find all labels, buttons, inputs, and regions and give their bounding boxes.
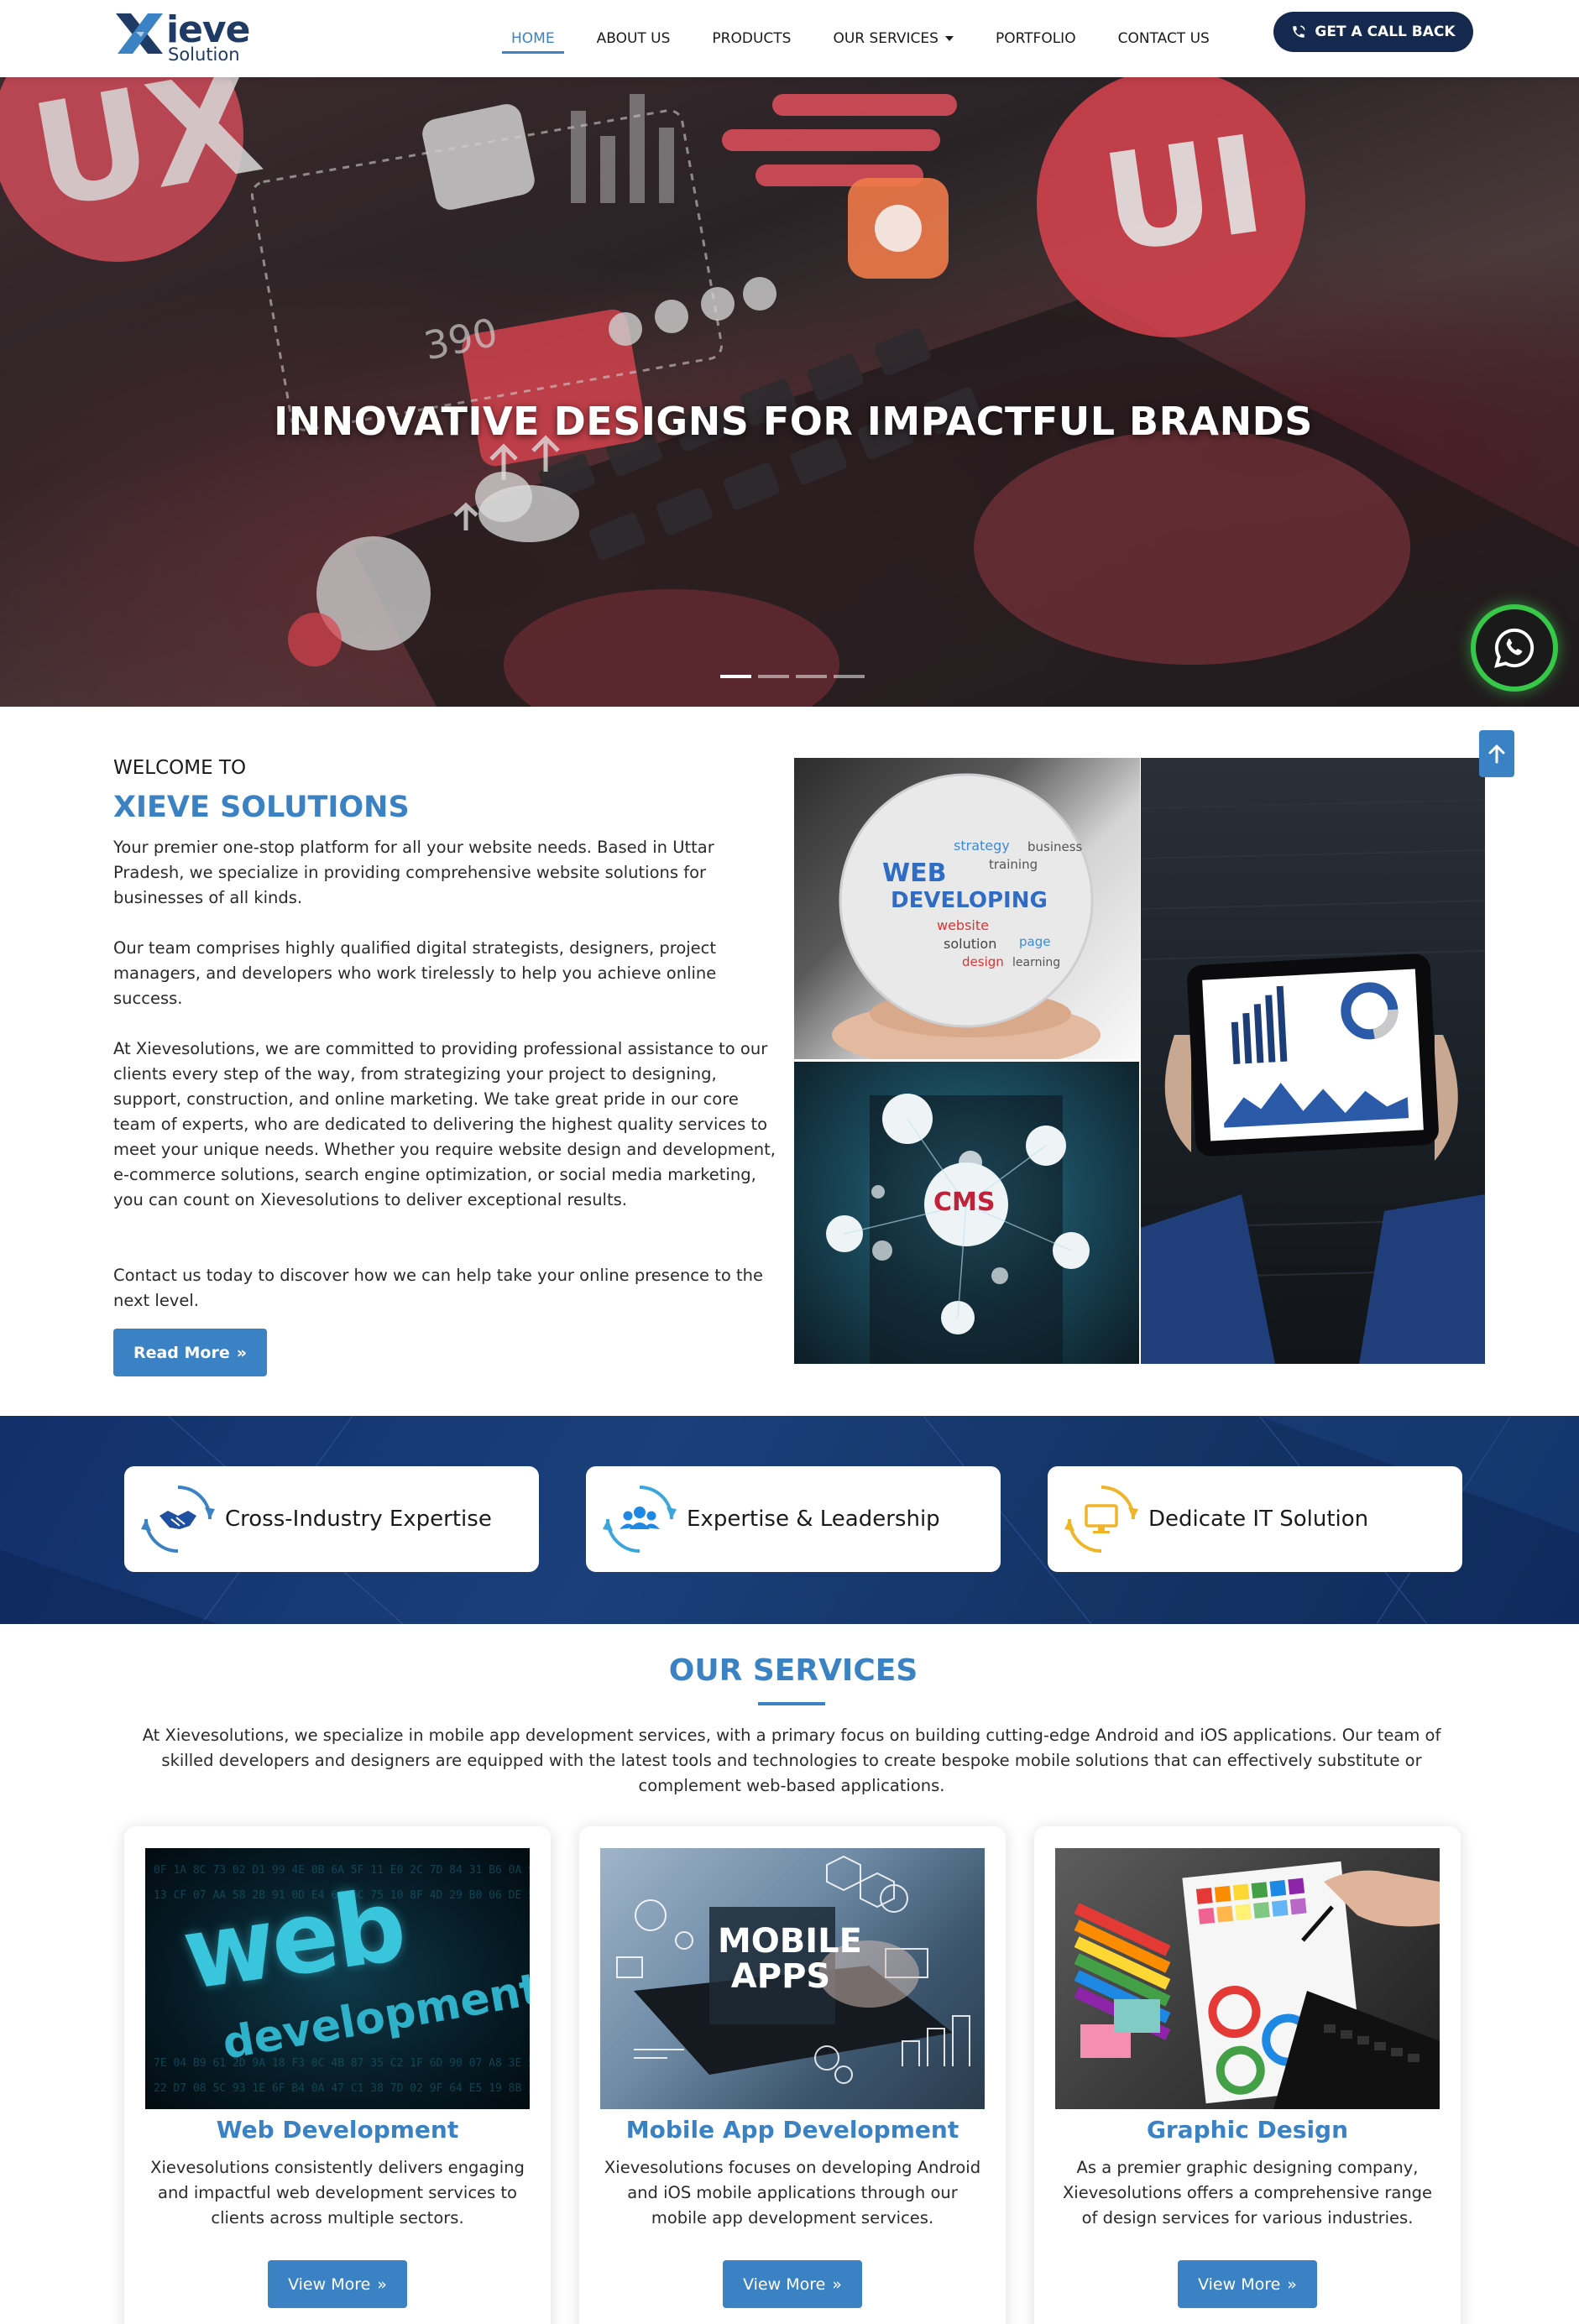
globe-word-website: website [937, 917, 989, 933]
view-more-button[interactable]: View More » [723, 2260, 862, 2308]
double-chevron-right-icon: » [1287, 2274, 1297, 2294]
globe-word-page: page [1019, 934, 1051, 949]
feature-label: Cross-Industry Expertise [225, 1507, 492, 1532]
globe-word-business: business [1027, 839, 1083, 854]
svg-text:22 D7 08 5C 93 1E 6F B4 0A 47: 22 D7 08 5C 93 1E 6F B4 0A 47 C1 38 7D 0… [154, 2082, 530, 2095]
globe-word-learning: learning [1012, 956, 1061, 969]
mobile-image-text: MOBILE [718, 1922, 862, 1961]
service-card-description: Xievesolutions focuses on developing And… [604, 2158, 981, 2227]
whatsapp-icon [1494, 628, 1535, 668]
nav-products[interactable]: PRODUCTS [691, 0, 812, 77]
tablet-chart-image [1141, 758, 1485, 1364]
svg-text:7E 04 B9 61 2D 9A 18 F3 0C 4B: 7E 04 B9 61 2D 9A 18 F3 0C 4B 87 35 C2 1… [154, 2057, 530, 2070]
slider-dots [720, 675, 865, 678]
monitor-icon [1064, 1482, 1138, 1556]
globe-word-design: design [962, 954, 1004, 969]
graphic-design-image [1055, 1848, 1440, 2109]
service-card-mobile-app: MOBILE APPS Mobile App Development Xieve… [579, 1826, 1006, 2324]
service-card-description: Xievesolutions consistently delivers eng… [150, 2158, 525, 2227]
read-more-label: Read More [133, 1343, 230, 1362]
service-card-graphic-design: Graphic Design As a premier graphic desi… [1034, 1826, 1461, 2324]
service-card-description: As a premier graphic designing company, … [1062, 2158, 1433, 2227]
slider-dot-4[interactable] [834, 675, 865, 678]
globe-word-solution: solution [944, 936, 997, 952]
welcome-paragraph-3: At Xievesolutions, we are committed to p… [113, 1039, 776, 1209]
hero-title: INNOVATIVE DESIGNS FOR IMPACTFUL BRANDS [274, 399, 1313, 444]
mobile-apps-image: MOBILE APPS [600, 1848, 985, 2109]
services-description: At Xievesolutions, we specialize in mobi… [142, 1726, 1441, 1795]
double-chevron-right-icon: » [832, 2274, 842, 2294]
nav-portfolio[interactable]: PORTFOLIO [975, 0, 1097, 77]
globe-hand-image: WEB DEVELOPING strategy training website… [794, 758, 1140, 1059]
hero-ui-text: UI [1093, 105, 1273, 284]
double-chevron-right-icon: » [236, 1343, 248, 1362]
welcome-title: XIEVE SOLUTIONS [113, 791, 410, 824]
logo-subtext: Solution [168, 44, 240, 65]
logo-text: ieve [166, 8, 250, 51]
welcome-paragraph-2: Our team comprises highly qualified digi… [113, 938, 717, 1008]
logo-x-icon [116, 13, 163, 54]
feature-card-dedicate-it: Dedicate IT Solution [1048, 1466, 1462, 1572]
services-title-underline [758, 1702, 825, 1705]
view-more-label: View More [1198, 2274, 1281, 2294]
view-more-button[interactable]: View More » [268, 2260, 407, 2308]
service-card-title: Web Development [216, 2116, 459, 2144]
welcome-pretitle: WELCOME TO [113, 757, 247, 779]
users-icon [603, 1482, 677, 1556]
services-title: OUR SERVICES [668, 1653, 918, 1688]
feature-label: Expertise & Leadership [687, 1507, 940, 1532]
web-development-image: 0F 1A 8C 73 02 D1 99 4E 0B 6A 5F 11 E0 2… [145, 1848, 530, 2109]
nav-about-us[interactable]: ABOUT US [576, 0, 692, 77]
view-more-button[interactable]: View More » [1178, 2260, 1317, 2308]
service-card-web-development: 0F 1A 8C 73 02 D1 99 4E 0B 6A 5F 11 E0 2… [124, 1826, 551, 2324]
slider-dot-3[interactable] [796, 675, 827, 678]
view-more-label: View More [743, 2274, 826, 2294]
welcome-paragraph-4: Contact us today to discover how we can … [113, 1266, 764, 1310]
nav-our-services-label: OUR SERVICES [833, 30, 939, 47]
arrow-up-icon [1488, 744, 1505, 764]
handshake-icon [141, 1482, 215, 1556]
nav-contact-us[interactable]: CONTACT US [1097, 0, 1231, 77]
feature-label: Dedicate IT Solution [1148, 1507, 1369, 1532]
read-more-button[interactable]: Read More » [113, 1329, 267, 1376]
graphic-design-art [1074, 1861, 1440, 2109]
cms-image: CMS [794, 1062, 1139, 1364]
globe-word-developing: DEVELOPING [891, 888, 1048, 913]
brand-logo[interactable]: ieve Solution [112, 8, 250, 64]
nav-our-services[interactable]: OUR SERVICES [812, 0, 975, 77]
scroll-to-top-button[interactable] [1479, 730, 1514, 777]
service-card-title: Mobile App Development [625, 2116, 959, 2144]
double-chevron-right-icon: » [377, 2274, 387, 2294]
feature-card-expertise-leadership: Expertise & Leadership [586, 1466, 1001, 1572]
features-band: Cross-Industry Expertise Expertise & Lea… [0, 1416, 1579, 1624]
service-card-title: Graphic Design [1146, 2116, 1349, 2144]
top-navbar: ieve Solution HOME ABOUT US PRODUCTS OUR… [0, 0, 1579, 77]
slider-dot-2[interactable] [758, 675, 789, 678]
feature-card-cross-industry: Cross-Industry Expertise [124, 1466, 539, 1572]
caret-down-icon [944, 36, 954, 41]
slider-dot-1[interactable] [720, 675, 751, 678]
phone-icon [1293, 25, 1305, 38]
view-more-label: View More [288, 2274, 371, 2294]
web-image-text: web [175, 1867, 410, 2013]
main-nav: HOME ABOUT US PRODUCTS OUR SERVICES PORT… [490, 0, 1231, 77]
cta-label: GET A CALL BACK [1315, 24, 1456, 40]
apps-image-text: APPS [730, 1957, 831, 1996]
cms-label: CMS [933, 1188, 996, 1217]
nav-home[interactable]: HOME [490, 0, 576, 77]
tablet-art [1141, 799, 1485, 1364]
get-call-back-button[interactable]: GET A CALL BACK [1273, 12, 1473, 52]
hero-slider: UX UI 390 INNOVATIVE DESIGNS FOR IMPACTF… [0, 77, 1579, 707]
globe-word-strategy: strategy [954, 838, 1010, 854]
globe-word-training: training [989, 857, 1038, 872]
welcome-paragraph-1: Your premier one-stop platform for all y… [113, 838, 714, 907]
hero-ux-text: UX [20, 77, 273, 242]
whatsapp-button[interactable] [1476, 609, 1553, 687]
globe-word-web: WEB [882, 859, 947, 888]
